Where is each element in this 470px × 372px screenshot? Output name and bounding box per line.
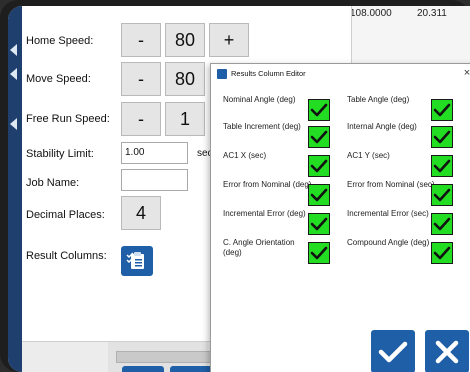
column-option-checkbox[interactable] <box>308 99 330 121</box>
column-option-label: Table Angle (deg) <box>347 95 410 104</box>
checkmark-icon <box>433 103 451 117</box>
column-option-label: Nominal Angle (deg) <box>223 95 296 104</box>
stability-limit-input[interactable]: 1.00 <box>121 142 188 164</box>
column-option-label: Compound Angle (deg) <box>347 238 430 247</box>
ok-button[interactable] <box>371 330 415 372</box>
horizontal-scrollbar[interactable] <box>116 351 216 363</box>
toolbar-button[interactable] <box>122 366 164 372</box>
app-screen: 108.0000 20.311 Home Speed: - 80 + Move … <box>8 6 470 372</box>
column-option-checkbox[interactable] <box>431 242 453 264</box>
stability-limit-label: Stability Limit: <box>26 148 94 160</box>
checkmark-icon <box>433 246 451 260</box>
collapse-arrow-icon[interactable] <box>10 118 17 130</box>
column-option-label: Internal Angle (deg) <box>347 122 417 131</box>
cancel-button[interactable] <box>425 330 469 372</box>
checkmark-icon <box>378 341 408 362</box>
side-strip <box>8 6 22 372</box>
column-option-checkbox[interactable] <box>431 126 453 148</box>
column-option-checkbox[interactable] <box>308 155 330 177</box>
home-speed-decrease-button[interactable]: - <box>121 23 161 57</box>
column-option-label: Incremental Error (deg) <box>223 209 306 218</box>
home-speed-label: Home Speed: <box>26 35 94 47</box>
column-option-label: Incremental Error (sec) <box>347 209 429 218</box>
result-columns-label: Result Columns: <box>26 250 107 262</box>
checkmark-icon <box>310 103 328 117</box>
column-option-checkbox[interactable] <box>431 99 453 121</box>
toolbar-button[interactable] <box>170 366 212 372</box>
free-run-speed-value: 1 <box>165 102 205 136</box>
home-speed-value: 80 <box>165 23 205 57</box>
checkmark-icon <box>310 246 328 260</box>
results-table-background: 108.0000 20.311 <box>346 6 470 66</box>
column-option-label: Table Increment (deg) <box>223 122 301 131</box>
decimal-places-value[interactable]: 4 <box>121 196 161 230</box>
checkmark-icon <box>310 130 328 144</box>
dialog-titlebar: Results Column Editor × <box>211 64 470 84</box>
collapse-arrow-icon[interactable] <box>10 68 17 80</box>
column-option-checkbox[interactable] <box>431 155 453 177</box>
move-speed-decrease-button[interactable]: - <box>121 62 161 96</box>
checkmark-icon <box>310 188 328 202</box>
column-option-checkbox[interactable] <box>308 213 330 235</box>
column-option-label: Error from Nominal (sec) <box>347 180 435 189</box>
checkmark-icon <box>433 130 451 144</box>
column-option-label: Error from Nominal (deg) <box>223 180 312 189</box>
home-speed-increase-button[interactable]: + <box>209 23 249 57</box>
results-column-editor-dialog: Results Column Editor × Nominal Angle (d… <box>210 63 470 372</box>
close-icon[interactable]: × <box>461 67 470 79</box>
column-option-checkbox[interactable] <box>431 213 453 235</box>
column-option-checkbox[interactable] <box>431 184 453 206</box>
free-run-speed-decrease-button[interactable]: - <box>121 102 161 136</box>
collapse-arrow-icon[interactable] <box>10 44 17 56</box>
x-icon <box>435 340 459 363</box>
column-option-checkbox[interactable] <box>308 242 330 264</box>
column-option-label: AC1 X (sec) <box>223 151 267 160</box>
app-icon <box>217 69 227 79</box>
table-cell: 108.0000 <box>350 8 392 19</box>
dialog-title: Results Column Editor <box>231 69 306 78</box>
column-option-checkbox[interactable] <box>308 126 330 148</box>
checkmark-icon <box>310 217 328 231</box>
column-option-label: C. Angle Orientation (deg) <box>223 238 295 257</box>
job-name-label: Job Name: <box>26 177 80 189</box>
job-name-input[interactable] <box>121 169 188 191</box>
free-run-speed-label: Free Run Speed: <box>26 113 110 125</box>
move-speed-value: 80 <box>165 62 205 96</box>
checkmark-icon <box>433 159 451 173</box>
result-columns-button[interactable] <box>121 246 153 276</box>
checkmark-icon <box>310 159 328 173</box>
checkmark-icon <box>433 188 451 202</box>
checkmark-icon <box>433 217 451 231</box>
column-option-checkbox[interactable] <box>308 184 330 206</box>
table-cell: 20.311 <box>417 8 447 19</box>
decimal-places-label: Decimal Places: <box>26 209 105 221</box>
column-option-label: AC1 Y (sec) <box>347 151 390 160</box>
checklist-icon <box>126 252 144 269</box>
move-speed-label: Move Speed: <box>26 73 91 85</box>
